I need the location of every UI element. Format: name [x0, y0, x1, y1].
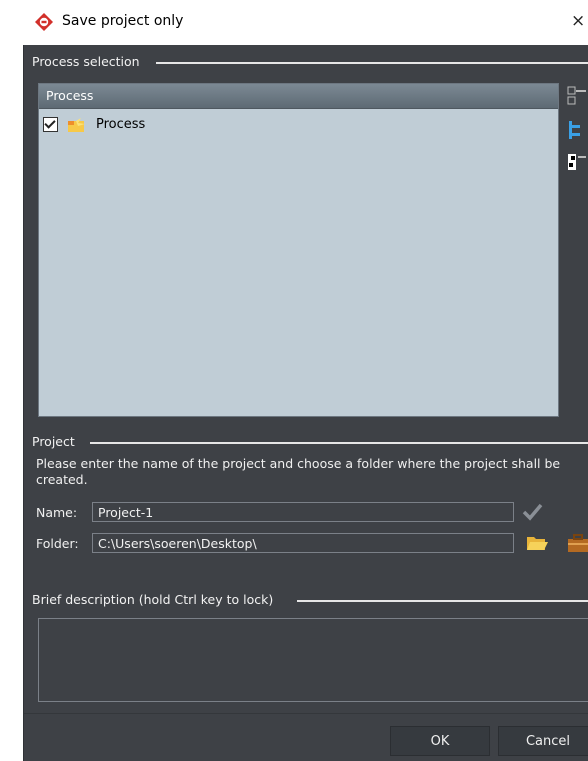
process-label: Process [96, 116, 146, 132]
list-item[interactable]: Process [43, 114, 145, 134]
folder-label: Folder: [36, 536, 79, 551]
title-bar: Save project only × [23, 0, 588, 45]
project-name-input[interactable]: Project-1 [92, 502, 514, 522]
process-checkbox[interactable] [43, 116, 58, 132]
select-all-icon[interactable] [566, 85, 588, 107]
process-column-header[interactable]: Process [39, 84, 558, 109]
tree-view-icon[interactable] [566, 119, 588, 141]
save-project-dialog: Process selection Process Process Projec… [23, 45, 588, 761]
footer-divider [24, 713, 588, 714]
folder-open-icon[interactable] [525, 531, 549, 555]
name-label: Name: [36, 505, 78, 520]
divider [156, 62, 588, 64]
ok-button[interactable]: OK [390, 726, 490, 756]
divider [297, 600, 588, 602]
invert-selection-icon[interactable] [566, 151, 588, 173]
process-selection-title: Process selection [32, 54, 140, 69]
project-folder-input[interactable]: C:\Users\soeren\Desktop\ [92, 533, 514, 553]
app-logo-icon [35, 13, 53, 31]
close-icon[interactable]: × [571, 11, 585, 31]
checkmark-icon[interactable] [520, 500, 544, 524]
window-title: Save project only [62, 13, 184, 29]
cancel-button[interactable]: Cancel [498, 726, 588, 756]
description-section-title: Brief description (hold Ctrl key to lock… [32, 592, 274, 607]
project-section-title: Project [32, 434, 75, 449]
divider [90, 442, 588, 444]
briefcase-icon[interactable] [566, 531, 588, 555]
process-icon [68, 116, 85, 132]
process-list[interactable]: Process Process [38, 83, 559, 417]
description-textarea[interactable] [38, 618, 588, 702]
project-instructions: Please enter the name of the project and… [36, 456, 561, 487]
